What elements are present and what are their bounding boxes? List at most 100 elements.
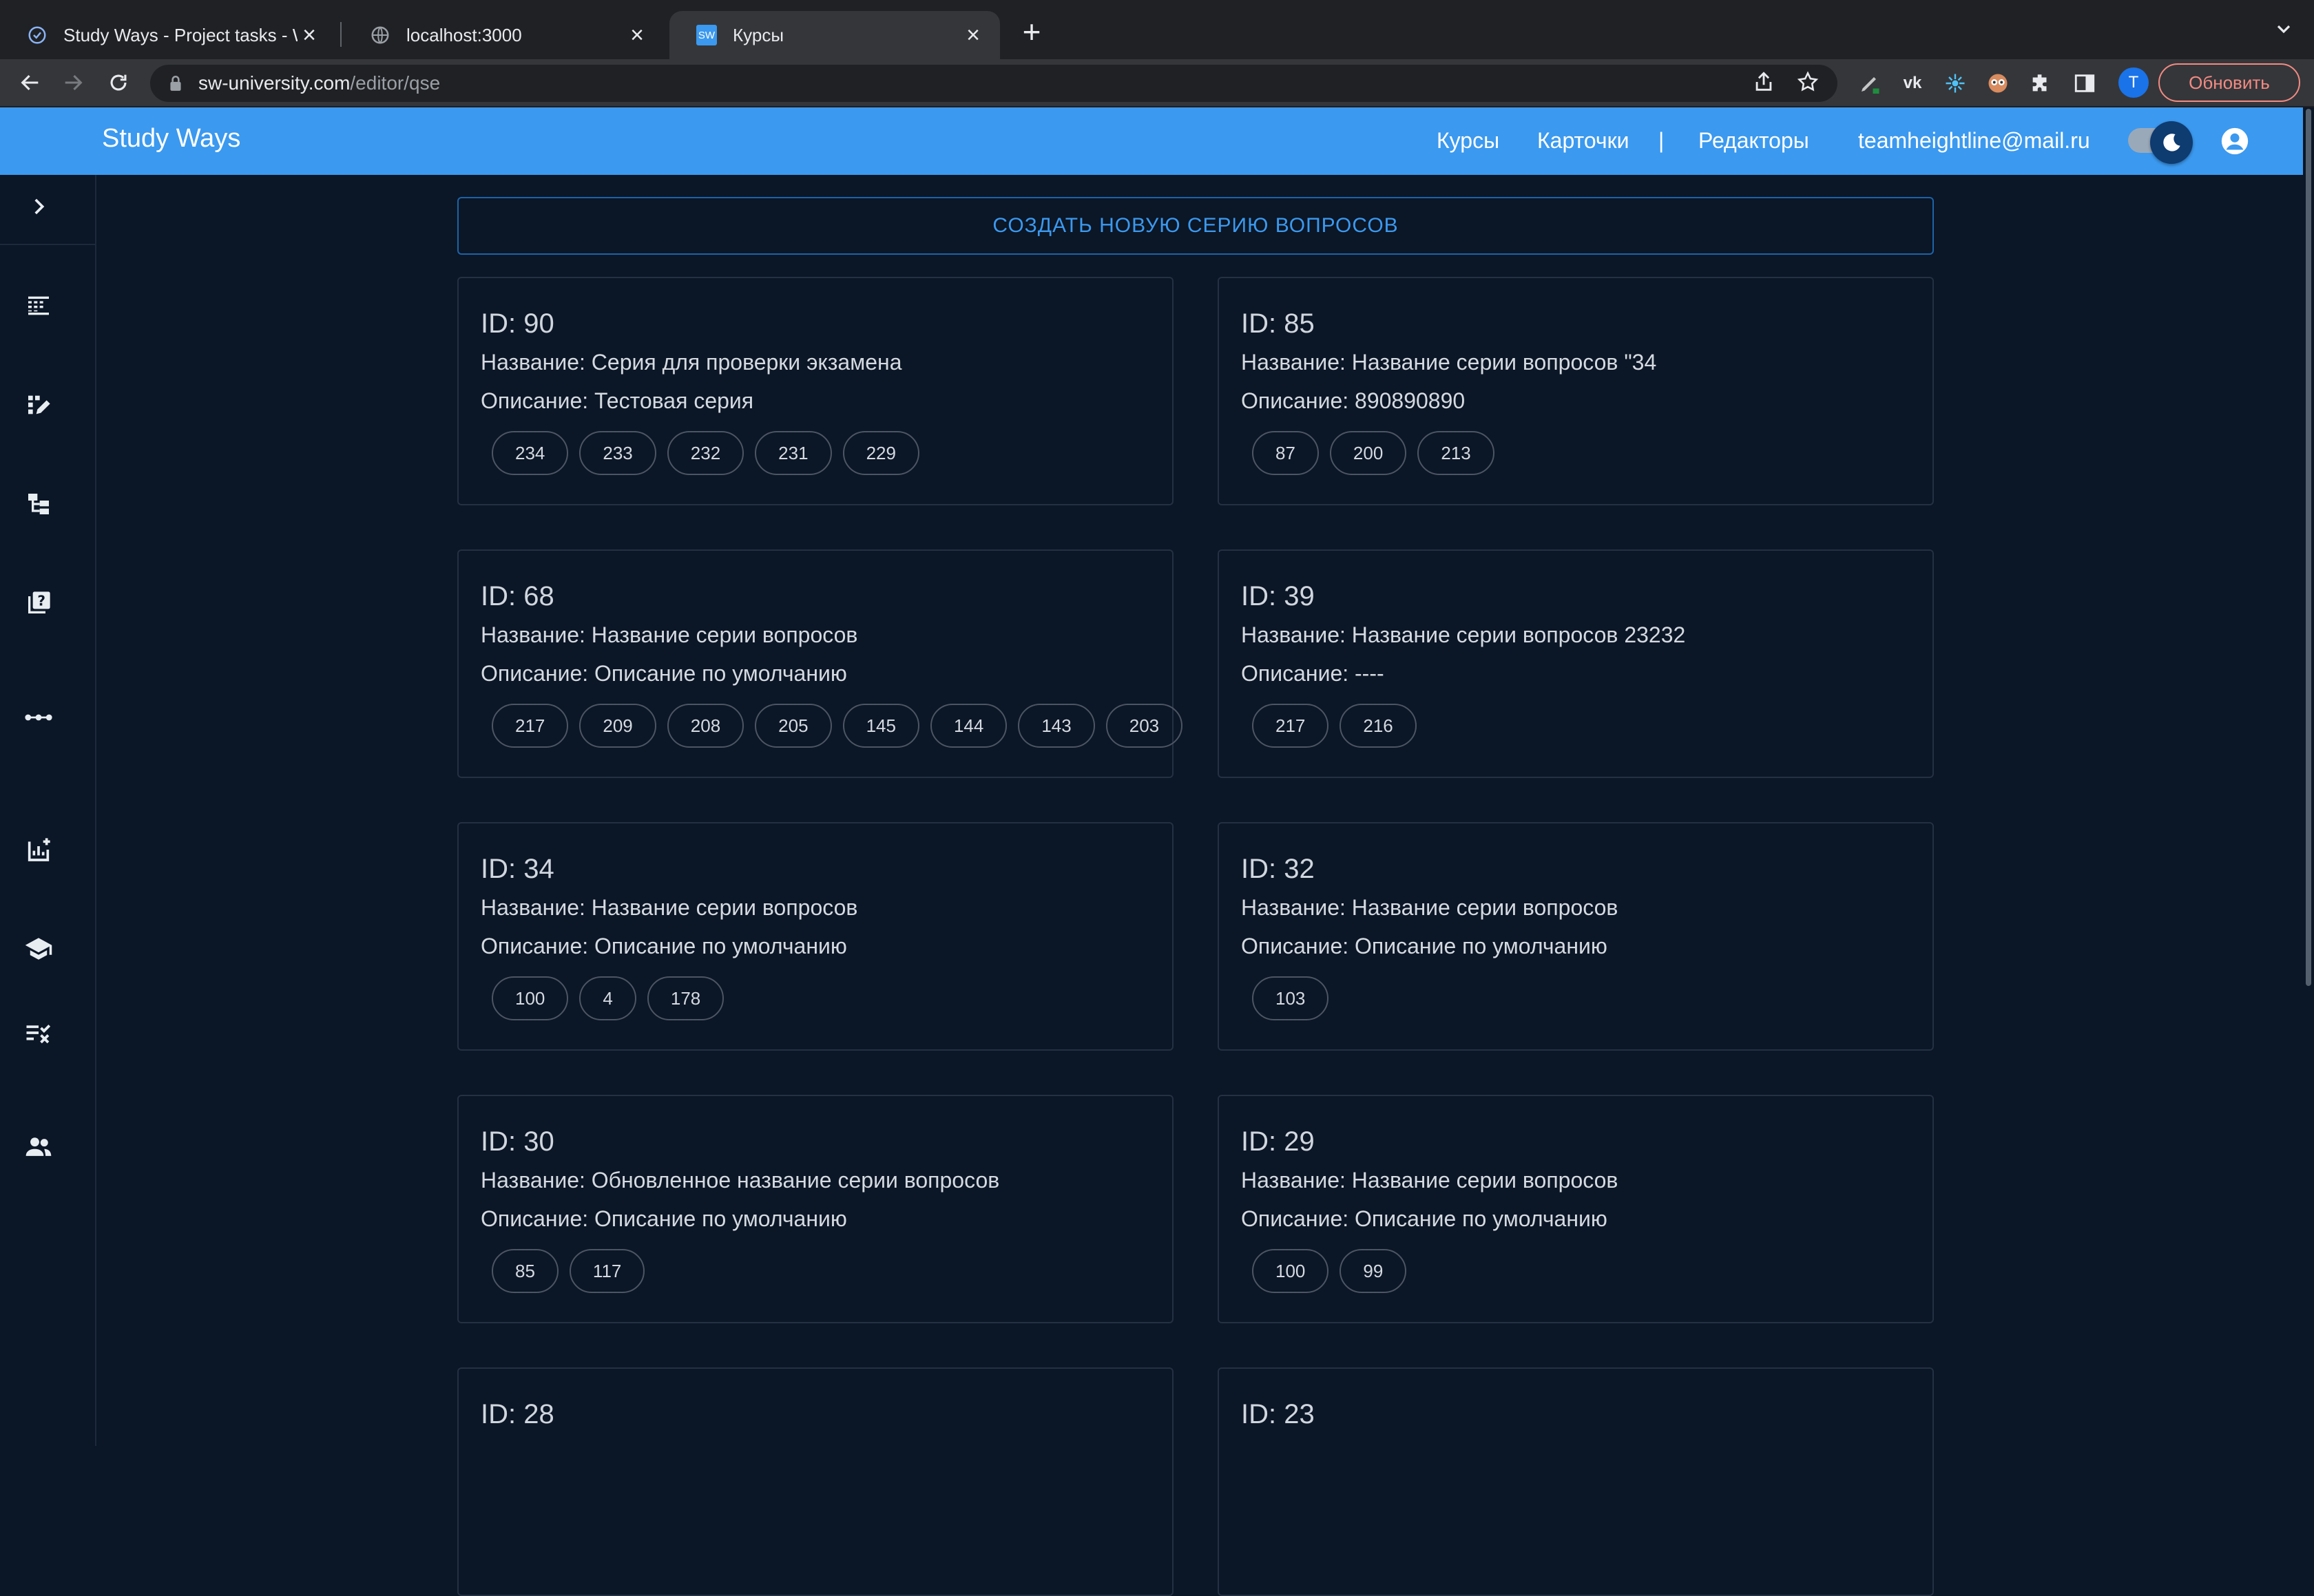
series-name: Название: Название серии вопросов "34 <box>1241 350 1657 375</box>
series-card[interactable]: ID: 28 <box>457 1367 1174 1596</box>
school-icon[interactable] <box>22 932 55 965</box>
side-panel-icon[interactable] <box>2069 67 2101 99</box>
hierarchy-icon[interactable] <box>22 487 55 521</box>
series-name: Название: Название серии вопросов <box>481 622 858 647</box>
series-id: ID: 90 <box>481 308 554 339</box>
series-id: ID: 34 <box>481 854 554 884</box>
close-icon[interactable]: × <box>961 23 985 47</box>
question-chip[interactable]: 100 <box>492 976 569 1020</box>
svg-text:?: ? <box>37 592 45 609</box>
vk-extension-icon[interactable]: vk <box>1897 67 1928 99</box>
user-email[interactable]: teamheightline@mail.ru <box>1858 128 2090 154</box>
browser-tab-localhost[interactable]: localhost:3000 × <box>343 11 664 59</box>
series-card[interactable]: ID: 68 Название: Название серии вопросов О… <box>457 549 1183 778</box>
series-card[interactable]: ID: 34 Название: Название серии вопросов О… <box>457 822 1174 1051</box>
question-chip[interactable]: 85 <box>492 1249 559 1293</box>
profile-avatar[interactable]: T <box>2118 67 2149 98</box>
nav-cards[interactable]: Карточки <box>1537 128 1629 154</box>
question-chip[interactable]: 208 <box>667 704 744 748</box>
question-chip[interactable]: 213 <box>1417 431 1494 475</box>
question-chip[interactable]: 229 <box>842 431 919 475</box>
analytics-icon[interactable] <box>22 833 55 866</box>
tab-title: Курсы <box>733 24 784 45</box>
series-card[interactable]: ID: 32 Название: Название серии вопросов О… <box>1218 822 1934 1051</box>
question-chips: 85 117 <box>481 1249 1150 1293</box>
question-chips: 87 200 213 <box>1241 431 1910 475</box>
series-id: ID: 85 <box>1241 308 1315 339</box>
url-path: /editor/qse <box>350 72 441 94</box>
question-chip[interactable]: 144 <box>930 704 1008 748</box>
people-icon[interactable] <box>22 1131 55 1164</box>
nav-editors[interactable]: Редакторы <box>1698 128 1809 154</box>
question-chip[interactable]: 145 <box>842 704 919 748</box>
question-chip[interactable]: 200 <box>1329 431 1407 475</box>
question-chip[interactable]: 217 <box>492 704 569 748</box>
chevron-down-icon[interactable] <box>2273 18 2295 43</box>
question-chip[interactable]: 178 <box>647 976 725 1020</box>
series-card[interactable]: ID: 90 Название: Серия для проверки экзам… <box>457 277 1174 505</box>
question-chip[interactable]: 103 <box>1252 976 1329 1020</box>
question-chips: 217 209 208 205 145 144 143 203 <box>481 704 1183 748</box>
question-chip[interactable]: 100 <box>1252 1249 1329 1293</box>
series-card[interactable]: ID: 39 Название: Название серии вопросов … <box>1218 549 1934 778</box>
puzzle-icon[interactable] <box>2025 67 2056 99</box>
table-icon[interactable] <box>22 289 55 322</box>
series-description: Описание: Описание по умолчанию <box>481 1206 847 1231</box>
question-chip[interactable]: 87 <box>1252 431 1319 475</box>
series-card[interactable]: ID: 29 Название: Название серии вопросов О… <box>1218 1095 1934 1323</box>
question-chip[interactable]: 234 <box>492 431 569 475</box>
new-tab-button[interactable]: + <box>1017 16 1047 48</box>
account-circle-icon[interactable] <box>2219 125 2251 157</box>
series-card[interactable]: ID: 23 <box>1218 1367 1934 1596</box>
globe-icon <box>369 24 391 46</box>
question-chip[interactable]: 4 <box>579 976 636 1020</box>
star-icon[interactable] <box>1796 70 1820 97</box>
quiz-icon[interactable]: ? <box>22 587 55 620</box>
scrollbar-thumb[interactable] <box>2306 109 2311 986</box>
update-browser-button[interactable]: Обновить <box>2158 63 2300 102</box>
forward-icon[interactable] <box>56 66 90 99</box>
browser-tab-project-tasks[interactable]: Study Ways - Project tasks - W × <box>0 11 336 59</box>
close-icon[interactable]: × <box>298 23 321 47</box>
omnibox-actions <box>1752 70 1820 97</box>
question-chip[interactable]: 143 <box>1018 704 1095 748</box>
create-series-button[interactable]: СОЗДАТЬ НОВУЮ СЕРИЮ ВОПРОСОВ <box>457 197 1934 255</box>
question-chip[interactable]: 117 <box>569 1249 645 1293</box>
reload-icon[interactable] <box>102 66 135 99</box>
series-id: ID: 30 <box>481 1126 554 1157</box>
back-icon[interactable] <box>14 66 47 99</box>
share-icon[interactable] <box>1752 70 1775 97</box>
question-chip[interactable]: 205 <box>755 704 832 748</box>
question-chip[interactable]: 99 <box>1340 1249 1407 1293</box>
question-chip[interactable]: 209 <box>579 704 656 748</box>
question-chips: 217 216 <box>1241 704 1910 748</box>
tab-separator <box>340 22 342 47</box>
question-chip[interactable]: 203 <box>1105 704 1183 748</box>
series-name: Название: Обновленное название серии воп… <box>481 1168 1000 1193</box>
series-card[interactable]: ID: 30 Название: Обновленное название сер… <box>457 1095 1174 1323</box>
more-horiz-icon[interactable] <box>22 701 55 734</box>
checklist-icon[interactable] <box>22 1016 55 1049</box>
question-chip[interactable]: 231 <box>755 431 832 475</box>
nav-courses[interactable]: Курсы <box>1437 128 1499 154</box>
network-extension-icon[interactable] <box>1939 67 1971 99</box>
question-chip[interactable]: 217 <box>1252 704 1329 748</box>
expand-icon[interactable] <box>22 190 55 223</box>
sw-favicon-text: SW <box>696 25 717 45</box>
pen-extension-icon[interactable] <box>1854 67 1886 99</box>
series-name: Название: Название серии вопросов <box>481 895 858 920</box>
brand-logo[interactable]: Study Ways <box>102 124 240 154</box>
moon-icon[interactable] <box>2150 121 2193 164</box>
lock-icon[interactable] <box>168 74 183 92</box>
series-description: Описание: Описание по умолчанию <box>481 934 847 958</box>
browser-tab-courses[interactable]: SW Курсы × <box>669 11 1000 59</box>
edit-list-icon[interactable] <box>22 388 55 421</box>
address-bar[interactable]: sw-university.com/editor/qse <box>150 65 1837 102</box>
owl-extension-icon[interactable] <box>1982 67 2014 99</box>
question-chip[interactable]: 232 <box>667 431 744 475</box>
question-chip[interactable]: 233 <box>579 431 656 475</box>
sidebar: ? <box>0 175 96 1446</box>
series-card[interactable]: ID: 85 Название: Название серии вопросов … <box>1218 277 1934 505</box>
close-icon[interactable]: × <box>625 23 649 47</box>
question-chip[interactable]: 216 <box>1340 704 1417 748</box>
